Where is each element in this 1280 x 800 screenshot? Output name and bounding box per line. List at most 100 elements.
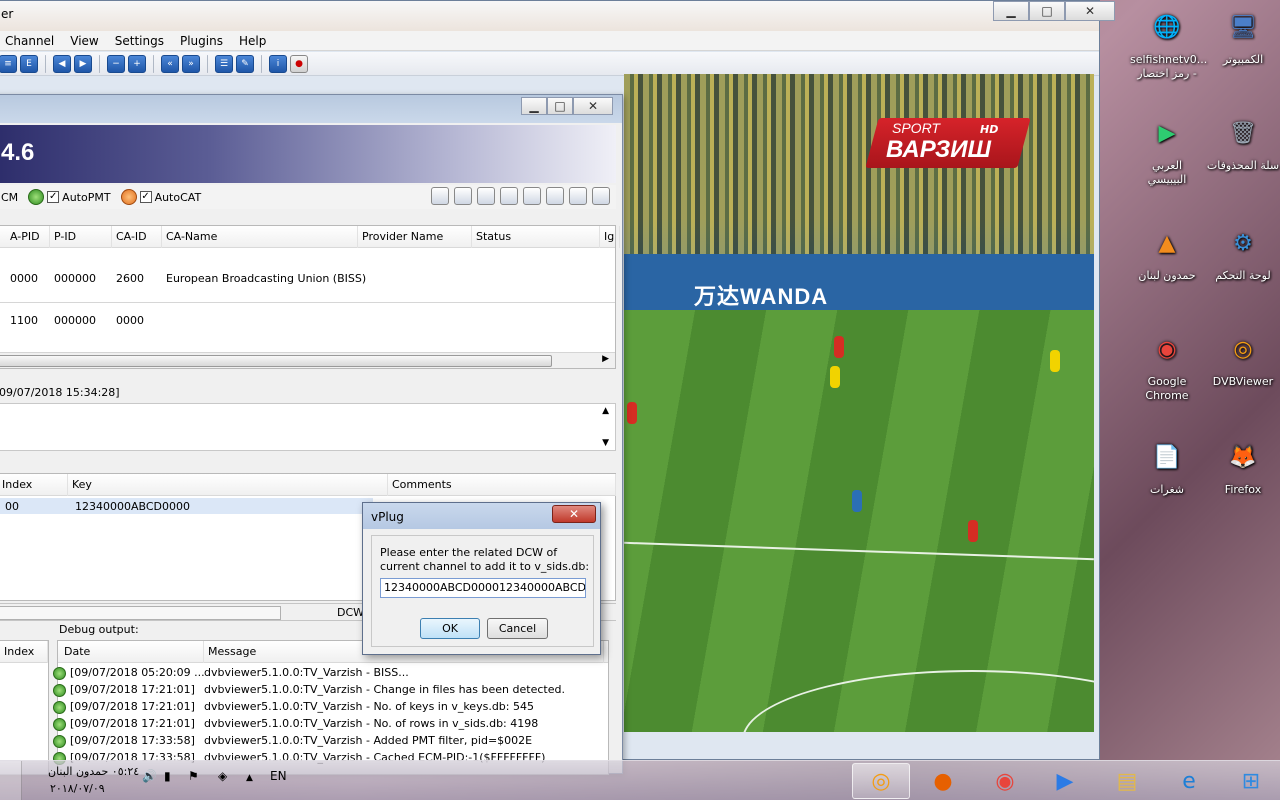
ok-button[interactable]: OK: [420, 618, 480, 639]
show-desktop-button[interactable]: [0, 761, 22, 800]
video-display[interactable]: 万达WANDA SPORT HD ВАРЗИШ: [624, 74, 1094, 732]
dialog-titlebar[interactable]: vPlug ✕: [363, 503, 600, 529]
minimize-button[interactable]: ▁: [993, 1, 1029, 21]
table-row[interactable]: [09/07/2018 05:20:09 ... dvbviewer5.1.0.0…: [53, 665, 608, 682]
table-row[interactable]: [09/07/2018 17:33:58] dvbviewer5.1.0.0:TV…: [53, 733, 608, 750]
vplug-minimize-button[interactable]: ▁: [521, 97, 547, 115]
channel-prev-icon[interactable]: ◀: [53, 54, 71, 73]
option-autocat[interactable]: ✓ AutoCAT: [120, 189, 201, 205]
menu-settings[interactable]: Settings: [107, 34, 172, 48]
menubar: Channel View Settings Plugins Help: [0, 31, 1099, 51]
cell: European Broadcasting Union (BISS): [166, 272, 367, 285]
taskbar: ٠٥:٢٤ حمدون البنان ٢٠١٨/٠٧/٠٩ 🔊 ▮ ⚑ ◈ ▲ …: [0, 760, 1280, 800]
table-row[interactable]: 00 12340000ABCD0000: [0, 498, 373, 514]
col-apid[interactable]: A-PID: [6, 226, 50, 248]
col-pid[interactable]: P-ID: [50, 226, 112, 248]
dialog-close-button[interactable]: ✕: [552, 505, 596, 523]
table-row[interactable]: [09/07/2018 17:21:01] dvbviewer5.1.0.0:TV…: [53, 716, 608, 733]
table-row[interactable]: [09/07/2018 17:21:01] dvbviewer5.1.0.0:TV…: [53, 682, 608, 699]
desktop-icon[interactable]: 🖥 الكمبيوتر: [1206, 6, 1280, 67]
save-icon[interactable]: [431, 187, 449, 205]
taskbar-chrome-icon[interactable]: ◉: [976, 763, 1034, 799]
record-icon[interactable]: ●: [290, 54, 308, 73]
col-date[interactable]: Date: [60, 641, 204, 663]
desktop-icon[interactable]: ▶ العربي البيبيسي: [1130, 112, 1204, 187]
vplug-close-button[interactable]: ✕: [573, 97, 613, 115]
col-ig[interactable]: Ig: [600, 226, 620, 248]
desktop-icon[interactable]: 🗑 سلة المحذوفات: [1206, 112, 1280, 173]
info-icon[interactable]: i: [269, 54, 287, 73]
settings-icon[interactable]: [454, 187, 472, 205]
table-row[interactable]: 1100 000000 0000: [0, 312, 615, 330]
volume-icon[interactable]: 🔊: [142, 769, 157, 783]
option-autopmt[interactable]: ✓ AutoPMT: [28, 189, 111, 205]
autopmt-checkbox[interactable]: ✓: [47, 191, 60, 203]
epg-icon[interactable]: E: [20, 54, 38, 73]
key-icon[interactable]: [569, 187, 587, 205]
col-debug-index[interactable]: Index: [0, 641, 48, 663]
pencil-icon[interactable]: [523, 187, 541, 205]
close-button[interactable]: ✕: [1065, 1, 1115, 21]
gear-icon[interactable]: [546, 187, 564, 205]
col-caid[interactable]: CA-ID: [112, 226, 162, 248]
col-index[interactable]: Index: [0, 474, 68, 496]
desktop-icon[interactable]: ◉ Google Chrome: [1130, 328, 1204, 403]
desktop-app-icon: 🖥: [1229, 15, 1257, 40]
table-row[interactable]: [09/07/2018 17:21:01] dvbviewer5.1.0.0:TV…: [53, 699, 608, 716]
tray-expand-icon[interactable]: ▲: [246, 773, 253, 783]
dialog-title: vPlug: [371, 510, 404, 524]
desktop-icon[interactable]: 📄 شغرات: [1130, 436, 1204, 497]
col-comments[interactable]: Comments: [388, 474, 616, 496]
tools-icon[interactable]: ✎: [236, 54, 254, 73]
database-icon[interactable]: [592, 187, 610, 205]
desktop-icon[interactable]: 🌐 selfishnetv0... رمز اختصار -: [1130, 6, 1207, 81]
taskbar-dvbviewer-icon[interactable]: ◎: [852, 763, 910, 799]
desktop-icon[interactable]: ⚙ لوحة التحكم: [1206, 222, 1280, 283]
ecm-hscrollbar[interactable]: ▶: [0, 352, 615, 368]
flag-icon[interactable]: ⚑: [188, 769, 199, 783]
channel-next-icon[interactable]: ▶: [74, 54, 92, 73]
forward-icon[interactable]: »: [182, 54, 200, 73]
back-icon[interactable]: «: [161, 54, 179, 73]
taskbar-media-icon[interactable]: ▶: [1036, 763, 1094, 799]
col-status[interactable]: Status: [472, 226, 600, 248]
start-button-icon[interactable]: ⊞: [1222, 763, 1280, 799]
menu-plugins[interactable]: Plugins: [172, 34, 231, 48]
log-memo[interactable]: ▲ ▼: [0, 403, 616, 451]
col-provider[interactable]: Provider Name: [358, 226, 472, 248]
desktop-icon[interactable]: ▲ حمدون لبنان: [1130, 222, 1204, 283]
network-icon[interactable]: ▮: [164, 769, 171, 783]
cancel-button[interactable]: Cancel: [487, 618, 548, 639]
debug-index-table: Index: [0, 640, 49, 775]
volume-up-icon[interactable]: +: [128, 54, 146, 73]
list-icon[interactable]: ≡: [0, 54, 17, 73]
desktop-icon[interactable]: ◎ DVBViewer: [1206, 328, 1280, 389]
desktop-icon[interactable]: 🦊 Firefox: [1206, 436, 1280, 497]
clock-time[interactable]: ٠٥:٢٤ حمدون البنان: [48, 765, 139, 778]
col-caname[interactable]: CA-Name: [162, 226, 358, 248]
clock-date[interactable]: ٢٠١٨/٠٧/٠٩: [50, 782, 105, 795]
cell: [09/07/2018 17:21:01]: [70, 683, 195, 696]
edit-icon[interactable]: [500, 187, 518, 205]
autocat-checkbox[interactable]: ✓: [139, 191, 152, 203]
refresh-icon[interactable]: [477, 187, 495, 205]
volume-down-icon[interactable]: −: [107, 54, 125, 73]
menu-help[interactable]: Help: [231, 34, 274, 48]
tray-app-icon[interactable]: ◈: [218, 769, 227, 783]
taskbar-ie-icon[interactable]: e: [1160, 763, 1218, 799]
table-row[interactable]: 0000 000000 2600 European Broadcasting U…: [0, 270, 615, 288]
maximize-button[interactable]: □: [1029, 1, 1065, 21]
dvbviewer-titlebar[interactable]: er ▁ □ ✕: [0, 1, 1115, 31]
menu-channel[interactable]: Channel: [0, 34, 62, 48]
taskbar-explorer-icon[interactable]: ▤: [1098, 763, 1156, 799]
taskbar-firefox-icon[interactable]: ●: [914, 763, 972, 799]
dcw-input[interactable]: 12340000ABCD000012340000ABCD0000: [380, 578, 586, 598]
crowd: [624, 74, 1094, 254]
playlist-icon[interactable]: ☰: [215, 54, 233, 73]
option-cm[interactable]: CM: [1, 191, 18, 204]
col-key[interactable]: Key: [68, 474, 388, 496]
menu-view[interactable]: View: [62, 34, 106, 48]
vplug-titlebar[interactable]: ▁ □ ✕: [0, 95, 622, 123]
vplug-maximize-button[interactable]: □: [547, 97, 573, 115]
language-indicator[interactable]: EN: [270, 769, 287, 783]
